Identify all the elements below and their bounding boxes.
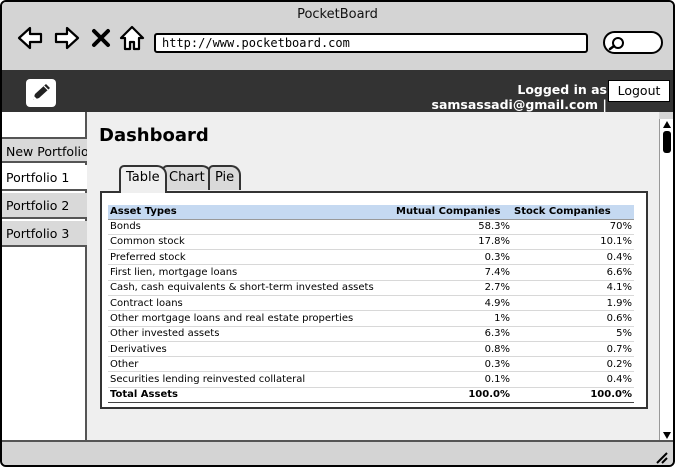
stock-companies-cell: 1.9%: [512, 295, 634, 312]
table-total-row: Total Assets 100.0% 100.0%: [108, 386, 634, 404]
asset-type-cell: Derivatives: [108, 341, 394, 358]
stock-companies-cell: 5%: [512, 326, 634, 342]
total-value-cell: 100.0%: [394, 386, 512, 404]
scroll-down-icon[interactable]: [662, 431, 672, 440]
asset-type-cell: Contract loans: [108, 295, 394, 312]
back-arrow-icon[interactable]: [16, 24, 44, 52]
sidebar-item-portfolio-1[interactable]: Portfolio 1: [2, 165, 87, 191]
scrollbar-thumb[interactable]: [663, 131, 671, 153]
tab-pie[interactable]: Pie: [208, 165, 242, 190]
logout-button[interactable]: Logout: [608, 80, 670, 102]
mutual-companies-cell: 0.1%: [394, 371, 512, 388]
mutual-companies-cell: 7.4%: [394, 264, 512, 281]
browser-window: PocketBoard http://www.pocketboard.com L…: [0, 0, 675, 467]
sidebar: New Portfolio Portfolio 1 Portfolio 2 Po…: [2, 112, 87, 440]
total-value-cell: 100.0%: [512, 386, 634, 404]
table-row: Preferred stock 0.3% 0.4%: [108, 249, 634, 266]
total-label-cell: Total Assets: [108, 386, 394, 404]
table-body: Bonds 58.3% 70% Common stock 17.8% 10.1% Prefe…: [108, 219, 634, 404]
stock-companies-cell: 4.1%: [512, 280, 634, 296]
column-header-stock-companies: Stock Companies: [512, 205, 634, 220]
mutual-companies-cell: 58.3%: [394, 219, 512, 235]
column-header-mutual-companies: Mutual Companies: [394, 205, 512, 220]
main-content: Dashboard Table Chart Pie Asset Types Mu…: [87, 112, 659, 440]
asset-type-cell: Other: [108, 356, 394, 373]
table-panel: Asset Types Mutual Companies Stock Compa…: [100, 191, 648, 409]
table-row: Other mortgage loans and real estate pro…: [108, 310, 634, 327]
mutual-companies-cell: 0.3%: [394, 356, 512, 373]
vertical-scrollbar[interactable]: [659, 119, 673, 443]
logged-in-text: Logged in as samsassadi@gmail.com |: [431, 82, 608, 112]
stock-companies-cell: 70%: [512, 219, 634, 235]
resize-grip-icon[interactable]: [652, 448, 668, 464]
mutual-companies-cell: 0.8%: [394, 341, 512, 358]
window-title: PocketBoard: [297, 7, 378, 22]
search-box[interactable]: [603, 31, 663, 54]
table-row: First lien, mortgage loans 7.4% 6.6%: [108, 264, 634, 281]
sidebar-item-portfolio-3[interactable]: Portfolio 3: [2, 221, 87, 247]
table-row: Other invested assets 6.3% 5%: [108, 326, 634, 342]
stock-companies-cell: 0.6%: [512, 310, 634, 327]
asset-type-cell: First lien, mortgage loans: [108, 264, 394, 281]
mutual-companies-cell: 4.9%: [394, 295, 512, 312]
sidebar-item-new-portfolio[interactable]: New Portfolio: [2, 137, 87, 163]
home-icon[interactable]: [118, 24, 146, 52]
asset-type-cell: Cash, cash equivalents & short-term inve…: [108, 280, 394, 296]
table-row: Bonds 58.3% 70%: [108, 219, 634, 235]
stock-companies-cell: 6.6%: [512, 264, 634, 281]
asset-type-cell: Other invested assets: [108, 326, 394, 342]
sidebar-item-portfolio-2[interactable]: Portfolio 2: [2, 193, 87, 219]
table-row: Contract loans 4.9% 1.9%: [108, 295, 634, 312]
table-row: Common stock 17.8% 10.1%: [108, 234, 634, 251]
scroll-up-icon[interactable]: [662, 120, 672, 129]
forward-arrow-icon[interactable]: [53, 24, 81, 52]
table-row: Other 0.3% 0.2%: [108, 356, 634, 373]
mutual-companies-cell: 1%: [394, 310, 512, 327]
url-input[interactable]: http://www.pocketboard.com: [154, 33, 588, 53]
mutual-companies-cell: 17.8%: [394, 234, 512, 251]
table-row: Derivatives 0.8% 0.7%: [108, 341, 634, 358]
asset-type-cell: Securities lending reinvested collateral: [108, 371, 394, 388]
column-header-asset-types: Asset Types: [108, 205, 394, 220]
table-header-row: Asset Types Mutual Companies Stock Compa…: [108, 205, 634, 220]
tab-chart[interactable]: Chart: [162, 165, 212, 190]
page-title: Dashboard: [99, 125, 209, 146]
status-bar: [2, 440, 673, 465]
asset-type-cell: Bonds: [108, 219, 394, 235]
edit-button[interactable]: [26, 79, 56, 107]
mutual-companies-cell: 2.7%: [394, 280, 512, 296]
close-stop-icon[interactable]: [90, 24, 112, 52]
search-icon: [608, 37, 624, 51]
stock-companies-cell: 0.4%: [512, 371, 634, 388]
browser-titlebar: PocketBoard http://www.pocketboard.com: [2, 2, 673, 70]
table-row: Securities lending reinvested collateral…: [108, 371, 634, 388]
mutual-companies-cell: 0.3%: [394, 249, 512, 266]
table-row: Cash, cash equivalents & short-term inve…: [108, 280, 634, 296]
tab-table[interactable]: Table: [119, 165, 167, 193]
stock-companies-cell: 10.1%: [512, 234, 634, 251]
asset-table: Asset Types Mutual Companies Stock Compa…: [108, 205, 634, 404]
stock-companies-cell: 0.7%: [512, 341, 634, 358]
asset-type-cell: Common stock: [108, 234, 394, 251]
stock-companies-cell: 0.4%: [512, 249, 634, 266]
asset-type-cell: Other mortgage loans and real estate pro…: [108, 310, 394, 327]
stock-companies-cell: 0.2%: [512, 356, 634, 373]
asset-type-cell: Preferred stock: [108, 249, 394, 266]
mutual-companies-cell: 6.3%: [394, 326, 512, 342]
pencil-icon: [33, 84, 50, 100]
